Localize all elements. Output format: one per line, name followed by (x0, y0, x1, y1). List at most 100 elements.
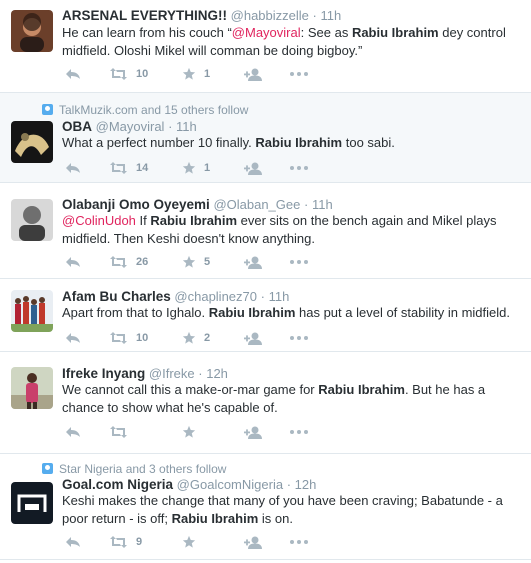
favorite-button[interactable]: 1 (182, 159, 210, 177)
retweet-count: 10 (136, 68, 149, 80)
social-context-label: TalkMuzik.com and 15 others follow (59, 103, 249, 117)
reply-button[interactable] (65, 329, 81, 347)
display-name[interactable]: Olabanji Omo Oyeyemi (62, 197, 210, 212)
tweet-text: @ColinUdoh If Rabiu Ibrahim ever sits on… (62, 212, 517, 248)
tweet-item[interactable]: Star Nigeria and 3 others follow Goal.co… (0, 454, 531, 560)
more-button[interactable] (290, 253, 308, 271)
people-icon (42, 104, 53, 115)
retweet-count: 10 (136, 332, 149, 344)
more-button[interactable] (290, 423, 308, 441)
tweet-item[interactable]: ARSENAL EVERYTHING!! @habbizzelle · 11h … (0, 0, 531, 93)
more-icon (290, 72, 308, 76)
retweet-button[interactable]: 9 (109, 533, 142, 551)
timestamp[interactable]: 11h (269, 289, 290, 304)
more-button[interactable] (290, 533, 308, 551)
favorite-button[interactable]: 1 (182, 65, 210, 83)
avatar[interactable] (11, 367, 53, 409)
retweet-icon (109, 68, 128, 80)
tweet-item[interactable]: TalkMuzik.com and 15 others follow OBA @… (0, 93, 531, 183)
reply-button[interactable] (65, 423, 81, 441)
avatar[interactable] (11, 10, 53, 52)
avatar[interactable] (11, 199, 53, 241)
display-name[interactable]: Afam Bu Charles (62, 289, 171, 304)
tweet-item[interactable]: Afam Bu Charles @chaplinez70 · 11h Apart… (0, 279, 531, 352)
timestamp[interactable]: 12h (295, 477, 317, 492)
user-handle[interactable]: @Ifreke (149, 366, 195, 381)
highlighted-text: Rabiu Ibrahim (318, 382, 405, 397)
more-icon (290, 166, 308, 170)
favorite-count: 1 (204, 68, 211, 80)
separator-dot: · (198, 366, 203, 381)
more-button[interactable] (290, 159, 308, 177)
more-button[interactable] (290, 329, 308, 347)
favorite-button[interactable] (182, 423, 196, 441)
highlighted-text: Rabiu Ibrahim (255, 135, 343, 150)
retweet-count: 26 (136, 256, 149, 268)
more-button[interactable] (290, 65, 308, 83)
star-icon (182, 161, 196, 175)
timestamp[interactable]: 12h (206, 366, 228, 381)
favorite-count: 1 (204, 162, 211, 174)
follow-icon (244, 162, 262, 175)
retweet-icon (109, 426, 128, 438)
timestamp[interactable]: 11h (320, 8, 341, 23)
follow-button[interactable] (244, 65, 262, 83)
tweet-actions: 26 5 (62, 253, 362, 271)
text-run: If (135, 213, 151, 228)
follow-button[interactable] (244, 533, 262, 551)
retweet-count: 14 (136, 162, 149, 174)
favorite-button[interactable]: 5 (182, 253, 210, 271)
tweet-item[interactable]: Ifreke Inyang @Ifreke · 12h We cannot ca… (0, 352, 531, 454)
user-handle[interactable]: @Olaban_Gee (213, 197, 300, 212)
retweet-button[interactable] (109, 423, 128, 441)
follow-icon (244, 332, 262, 345)
follow-button[interactable] (244, 329, 262, 347)
display-name[interactable]: Ifreke Inyang (62, 366, 145, 381)
text-run: : See as (300, 25, 352, 40)
user-handle[interactable]: @Mayoviral (96, 119, 165, 134)
reply-icon (65, 162, 81, 174)
display-name[interactable]: ARSENAL EVERYTHING!! (62, 8, 227, 23)
user-handle[interactable]: @chaplinez70 (174, 289, 257, 304)
tweet-item[interactable]: Olabanji Omo Oyeyemi @Olaban_Gee · 11h @… (0, 183, 531, 279)
follow-button[interactable] (244, 253, 262, 271)
timestamp[interactable]: 11h (312, 197, 333, 212)
avatar[interactable] (11, 482, 53, 524)
reply-button[interactable] (65, 533, 81, 551)
separator-dot: · (260, 289, 265, 304)
reply-icon (65, 426, 81, 438)
text-run: too sabi. (342, 135, 395, 150)
mention-link[interactable]: @Mayoviral (232, 25, 301, 40)
reply-button[interactable] (65, 159, 81, 177)
separator-dot: · (303, 197, 309, 212)
follow-button[interactable] (244, 423, 262, 441)
reply-button[interactable] (65, 65, 81, 83)
retweet-button[interactable]: 10 (109, 329, 148, 347)
follow-button[interactable] (244, 159, 262, 177)
avatar[interactable] (11, 121, 53, 163)
tweet-actions: 9 (62, 533, 362, 551)
retweet-button[interactable]: 10 (109, 65, 148, 83)
timestamp[interactable]: 11h (176, 119, 197, 134)
favorite-button[interactable] (182, 533, 196, 551)
mention-link[interactable]: @ColinUdoh (62, 213, 136, 228)
favorite-button[interactable]: 2 (182, 329, 210, 347)
user-handle[interactable]: @habbizzelle (231, 8, 309, 23)
text-run: What a perfect number 10 finally. (62, 135, 256, 150)
social-context[interactable]: TalkMuzik.com and 15 others follow (42, 103, 248, 117)
retweet-button[interactable]: 26 (109, 253, 148, 271)
avatar[interactable] (11, 290, 53, 332)
retweet-count: 9 (136, 536, 143, 548)
retweet-button[interactable]: 14 (109, 159, 148, 177)
reply-icon (65, 68, 81, 80)
tweet-actions (62, 423, 362, 441)
user-handle[interactable]: @GoalcomNigeria (177, 477, 283, 492)
display-name[interactable]: OBA (62, 119, 92, 134)
star-icon (182, 255, 196, 269)
separator-dot: · (168, 119, 173, 134)
star-icon (182, 67, 196, 81)
reply-button[interactable] (65, 253, 81, 271)
display-name[interactable]: Goal.com Nigeria (62, 477, 173, 492)
social-context[interactable]: Star Nigeria and 3 others follow (42, 462, 226, 476)
social-context-label: Star Nigeria and 3 others follow (59, 462, 227, 476)
